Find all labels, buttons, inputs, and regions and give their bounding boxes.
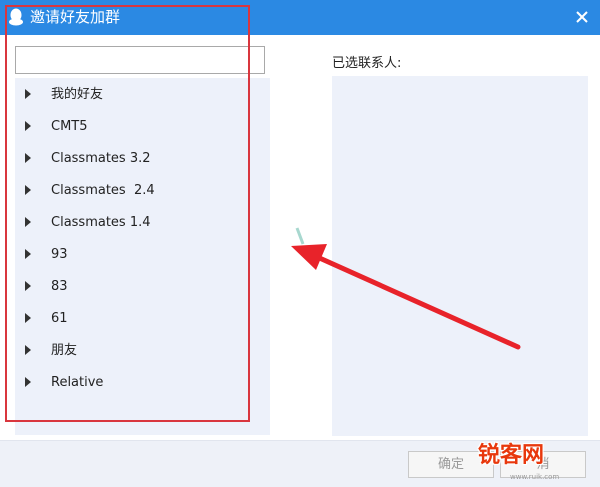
qq-penguin-icon bbox=[9, 8, 23, 26]
watermark-url: www.ruik.com bbox=[510, 473, 560, 481]
expand-arrow-icon bbox=[25, 89, 31, 99]
friend-group-classmates-1-4[interactable]: Classmates 1.4 bbox=[15, 211, 270, 235]
expand-arrow-icon bbox=[25, 345, 31, 355]
friend-group-label: 83 bbox=[51, 279, 68, 294]
expand-arrow-icon bbox=[25, 185, 31, 195]
friend-list-panel: 我的好友 CMT5 Classmates 3.2 Classmates 2.4 … bbox=[15, 78, 270, 435]
selected-contacts-panel bbox=[332, 76, 588, 436]
close-icon[interactable] bbox=[572, 5, 592, 27]
friend-group-label: 我的好友 bbox=[51, 87, 104, 102]
friend-group-classmates-2-4[interactable]: Classmates 2.4 bbox=[15, 179, 270, 203]
selected-contacts-label: 已选联系人: bbox=[332, 56, 402, 71]
friend-group-label: Classmates 1.4 bbox=[51, 215, 151, 230]
friend-group-61[interactable]: 61 bbox=[15, 307, 270, 331]
friend-group-label: 93 bbox=[51, 247, 68, 262]
expand-arrow-icon bbox=[25, 377, 31, 387]
friend-group-93[interactable]: 93 bbox=[15, 243, 270, 267]
title-bar: 邀请好友加群 bbox=[0, 0, 600, 35]
friend-group-83[interactable]: 83 bbox=[15, 275, 270, 299]
expand-arrow-icon bbox=[25, 217, 31, 227]
friend-group-label: 朋友 bbox=[51, 343, 78, 358]
friend-group-my-friends[interactable]: 我的好友 bbox=[15, 83, 270, 107]
friend-group-friends[interactable]: 朋友 bbox=[15, 339, 270, 363]
friend-group-label: CMT5 bbox=[51, 119, 88, 134]
friend-group-label: Relative bbox=[51, 375, 104, 390]
search-input[interactable] bbox=[15, 46, 265, 74]
friend-group-relative[interactable]: Relative bbox=[15, 371, 270, 395]
watermark-logo: 锐客网 bbox=[478, 443, 545, 468]
friend-group-label: 61 bbox=[51, 311, 68, 326]
expand-arrow-icon bbox=[25, 313, 31, 323]
friend-group-cmt5[interactable]: CMT5 bbox=[15, 115, 270, 139]
expand-arrow-icon bbox=[25, 281, 31, 291]
friend-group-label: Classmates 3.2 bbox=[51, 151, 151, 166]
expand-arrow-icon bbox=[25, 121, 31, 131]
window-title: 邀请好友加群 bbox=[30, 8, 121, 26]
friend-group-label: Classmates 2.4 bbox=[51, 183, 155, 198]
expand-arrow-icon bbox=[25, 153, 31, 163]
friend-group-classmates-3-2[interactable]: Classmates 3.2 bbox=[15, 147, 270, 171]
expand-arrow-icon bbox=[25, 249, 31, 259]
